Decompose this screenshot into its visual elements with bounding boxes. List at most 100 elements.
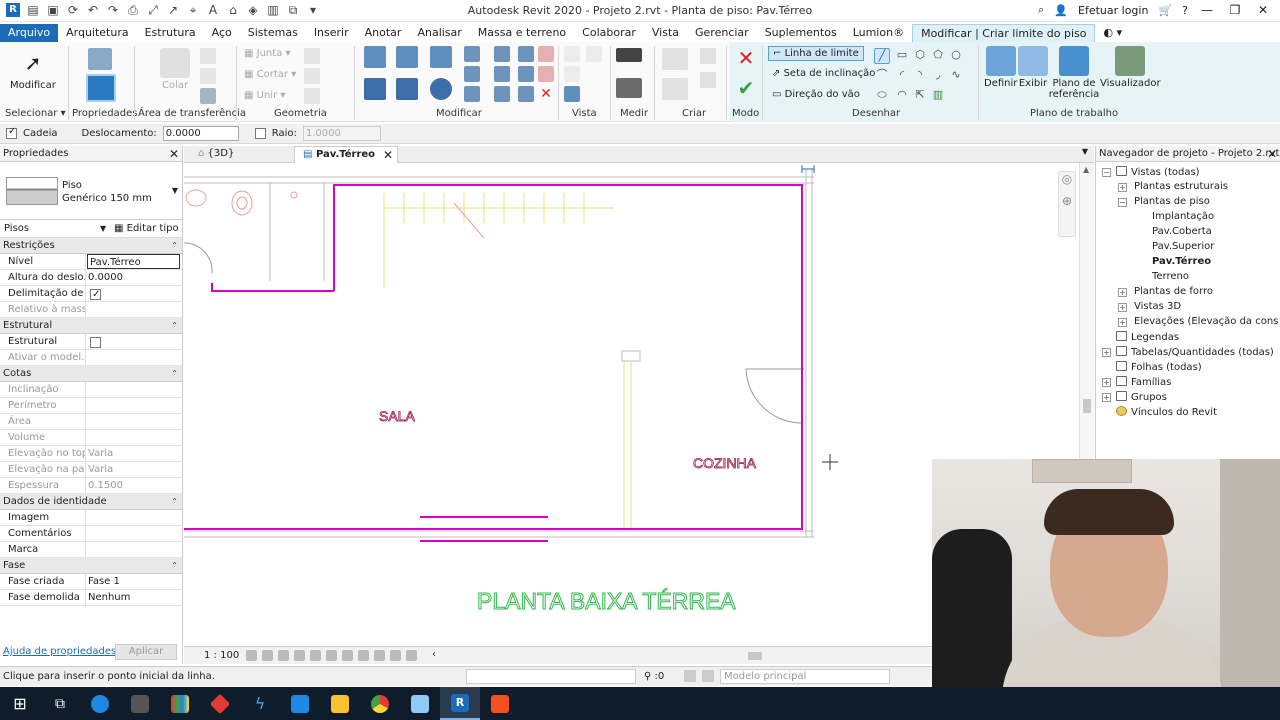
scale-icon[interactable] <box>494 66 510 82</box>
tree-item-elevations[interactable]: Elevações (Elevação da construção) <box>1134 316 1278 327</box>
tree-item-pav-terreo[interactable]: Pav.Térreo <box>1152 256 1211 267</box>
filter-dropdown-icon[interactable]: ▼ <box>100 224 106 233</box>
user-icon[interactable]: 👤 <box>1054 4 1068 17</box>
property-value[interactable]: Fase 1 <box>86 574 182 589</box>
cart-icon[interactable]: 🛒 <box>1158 4 1172 17</box>
tab-analisar[interactable]: Analisar <box>409 24 469 42</box>
override-icon[interactable] <box>564 86 580 102</box>
tab-arquivo[interactable]: Arquivo <box>0 24 59 42</box>
draw-line-icon[interactable]: ╱ <box>874 48 890 64</box>
structural-checkbox[interactable] <box>90 336 101 348</box>
align-icon[interactable] <box>364 46 386 68</box>
navigation-bar[interactable]: ◎ ⊕ <box>1058 171 1076 237</box>
dimension-tool-icon[interactable] <box>616 78 642 98</box>
pick-lines-icon[interactable]: ⇱ <box>912 88 928 104</box>
taskbar-app-bolt[interactable]: ϟ <box>240 687 280 720</box>
cut-clip-icon[interactable] <box>200 48 216 64</box>
room-bounding-checkbox[interactable] <box>90 287 101 301</box>
define-work-plane-button[interactable]: Definir <box>984 46 1017 89</box>
paste-button[interactable]: Colar <box>160 48 190 91</box>
delete-disabled-icon[interactable] <box>538 46 554 62</box>
reference-plane-button[interactable]: Plano de referência <box>1049 46 1099 100</box>
design-option-selector[interactable]: Modelo principal <box>720 669 890 684</box>
collapse-views-icon[interactable]: − <box>1102 168 1111 177</box>
type-properties-icon[interactable] <box>88 48 112 70</box>
copy-icon[interactable] <box>200 68 216 84</box>
property-value[interactable]: 0.0000 <box>86 270 182 285</box>
detail-level-icon[interactable] <box>246 650 257 661</box>
tree-item-3d-views[interactable]: Vistas 3D <box>1134 301 1181 312</box>
create-group-icon[interactable] <box>662 78 688 100</box>
radius-input[interactable]: 1.0000 <box>302 126 381 141</box>
collapse-category-icon[interactable]: ⌃ <box>171 558 178 574</box>
edit-type-button[interactable]: ▦ Editar tipo <box>114 223 179 234</box>
property-value[interactable] <box>86 334 182 349</box>
tree-item-floor-plans[interactable]: Plantas de piso <box>1134 196 1210 207</box>
unite-button[interactable]: ▦ Unir ▾ <box>244 90 285 101</box>
taskbar-app-blue[interactable] <box>400 687 440 720</box>
trim-icon[interactable] <box>464 46 480 62</box>
tab-vista[interactable]: Vista <box>644 24 687 42</box>
hide-icon[interactable] <box>564 66 580 82</box>
draw-arc-tangent-icon[interactable]: ◝ <box>912 68 928 84</box>
property-value[interactable] <box>86 526 182 541</box>
tab-suplementos[interactable]: Suplementos <box>757 24 845 42</box>
expand-schedules-icon[interactable]: + <box>1102 348 1111 357</box>
constraints-icon[interactable] <box>406 650 417 661</box>
tree-item-pav-coberta[interactable]: Pav.Coberta <box>1152 226 1212 237</box>
filter-count[interactable]: ⚲ :0 <box>644 671 664 682</box>
split-gap-icon[interactable] <box>518 46 534 62</box>
draw-rectangle-icon[interactable]: ▭ <box>894 48 910 64</box>
property-value[interactable]: Nenhum <box>86 590 182 605</box>
expand-structural-plans-icon[interactable]: + <box>1118 183 1127 192</box>
reveal-hidden-icon[interactable] <box>358 650 369 661</box>
tree-item-structural-plans[interactable]: Plantas estruturais <box>1134 181 1228 192</box>
rotate-icon[interactable] <box>430 78 452 100</box>
span-direction-button[interactable]: ▭ Direção do vão <box>772 89 860 100</box>
geometry-tool-2-icon[interactable] <box>304 68 320 84</box>
taskbar-edge[interactable] <box>80 687 120 720</box>
trim-single-icon[interactable] <box>494 46 510 62</box>
type-selector[interactable]: Piso Genérico 150 mm ▼ <box>0 162 182 220</box>
collapse-category-icon[interactable]: ⌃ <box>171 318 178 334</box>
scroll-thumb[interactable] <box>1083 399 1091 413</box>
instance-filter[interactable]: Pisos <box>4 223 29 234</box>
tab-lumion[interactable]: Lumion® <box>845 24 912 42</box>
tabs-dropdown-icon[interactable]: ▼ <box>1082 147 1088 156</box>
type-dropdown-icon[interactable]: ▼ <box>172 186 178 195</box>
unpin-icon[interactable] <box>518 66 534 82</box>
close-tab-icon[interactable]: ✕ <box>383 147 393 163</box>
draw-inscribed-polygon-icon[interactable]: ⬡ <box>912 48 928 64</box>
tab-modificar-criar-limite[interactable]: Modificar | Criar limite do piso <box>912 24 1096 42</box>
scroll-left-icon[interactable]: ‹ <box>432 649 436 660</box>
draw-circle-icon[interactable]: ○ <box>948 48 964 64</box>
property-category[interactable]: Dados de identidade ⌃ <box>0 494 182 510</box>
draw-arc-start-end-icon[interactable]: ⌒ <box>874 68 890 84</box>
draw-partial-ellipse-icon[interactable]: ◠ <box>894 88 910 104</box>
taskbar-revit[interactable]: R <box>440 687 480 720</box>
property-value[interactable]: Pav.Térreo <box>87 254 180 269</box>
offset-input[interactable]: 0.0000 <box>162 126 239 141</box>
temporary-hide-icon[interactable] <box>342 650 353 661</box>
visibility-icon[interactable] <box>564 46 580 62</box>
expand-families-icon[interactable]: + <box>1102 378 1111 387</box>
group-select-label[interactable]: Selecionar ▾ <box>5 108 66 119</box>
collapse-category-icon[interactable]: ⌃ <box>171 494 178 510</box>
property-value[interactable] <box>86 542 182 557</box>
tree-item-families[interactable]: Famílias <box>1116 376 1171 388</box>
start-button[interactable]: ⊞ <box>0 687 40 720</box>
taskbar-store[interactable] <box>120 687 160 720</box>
expand-ceiling-plans-icon[interactable]: + <box>1118 288 1127 297</box>
expand-groups-icon[interactable]: + <box>1102 393 1111 402</box>
mirror-axis-icon[interactable] <box>430 46 452 68</box>
split-icon[interactable] <box>464 66 480 82</box>
view-tool-2-icon[interactable] <box>586 46 602 62</box>
help-icon[interactable]: ? <box>1182 4 1188 17</box>
draw-arc-center-icon[interactable]: ◜ <box>894 68 910 84</box>
horizontal-scroll-thumb[interactable] <box>748 652 762 660</box>
tree-item-pav-superior[interactable]: Pav.Superior <box>1152 241 1214 252</box>
close-button[interactable]: ✕ <box>1254 3 1272 17</box>
show-crop-icon[interactable] <box>326 650 337 661</box>
tree-item-views[interactable]: Vistas (todas) <box>1116 166 1200 178</box>
tab-inserir[interactable]: Inserir <box>306 24 357 42</box>
